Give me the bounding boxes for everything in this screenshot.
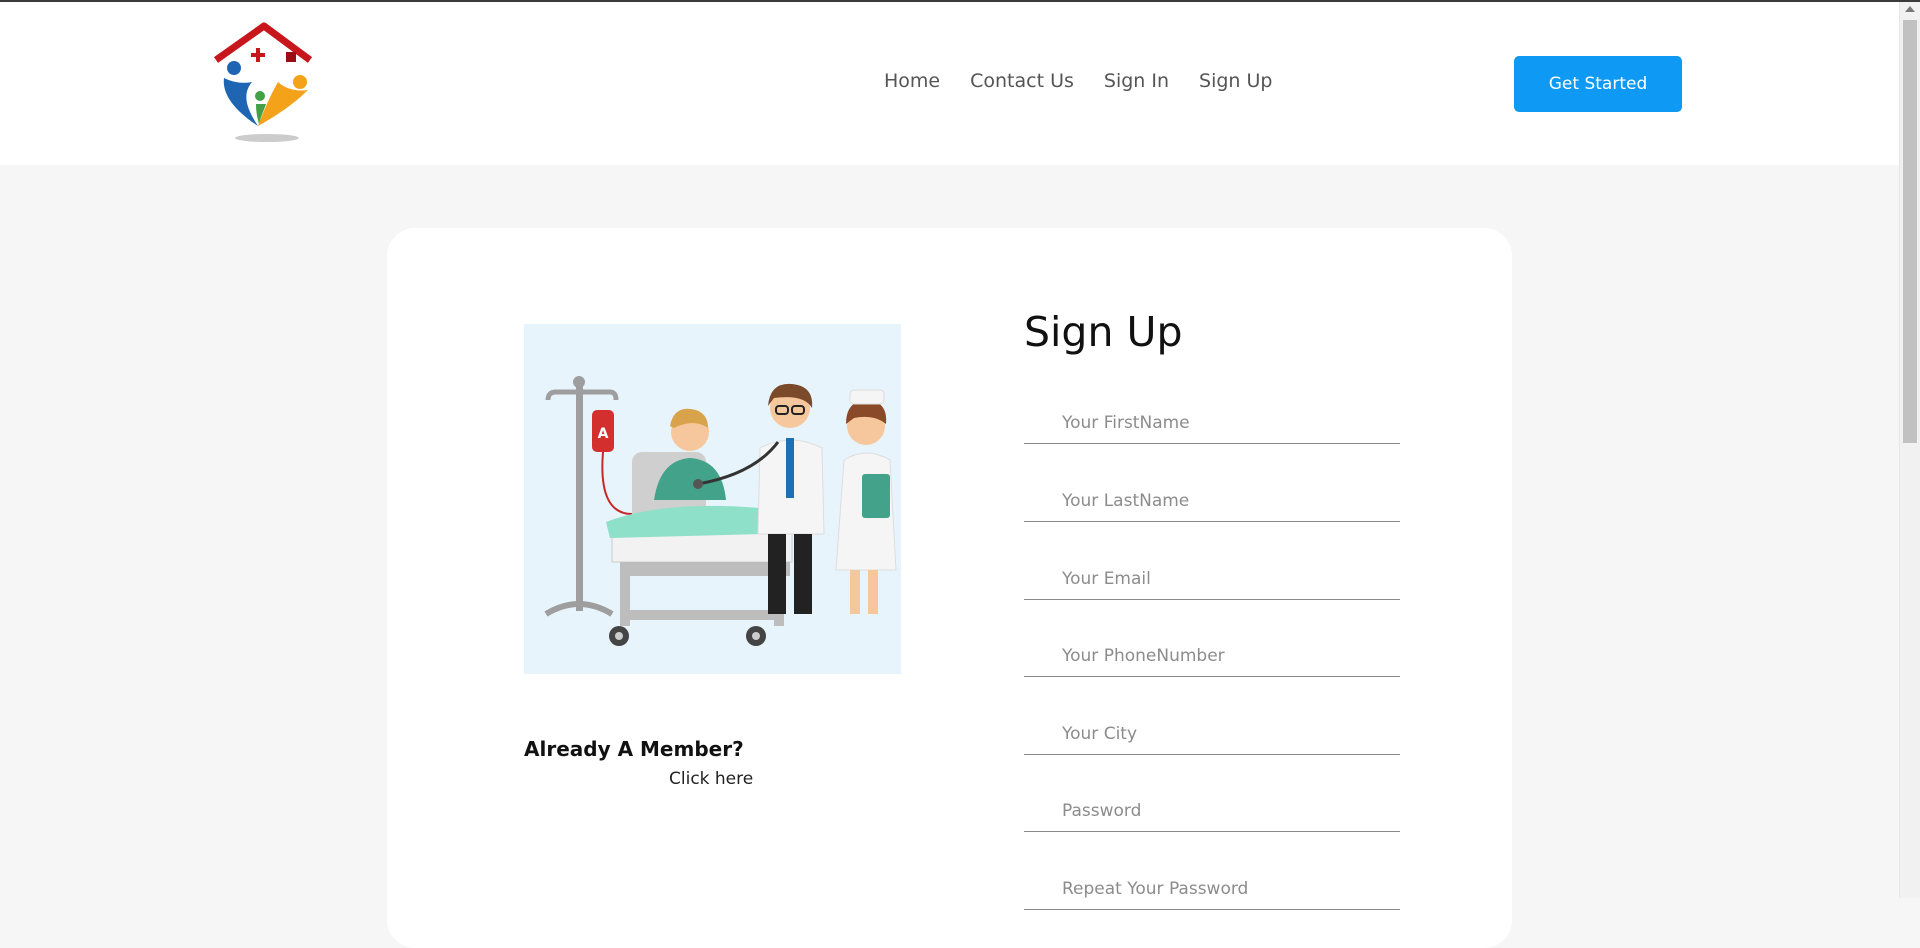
vertical-scrollbar[interactable]	[1899, 2, 1920, 898]
lastname-input[interactable]	[1024, 480, 1400, 522]
city-input[interactable]	[1024, 713, 1400, 755]
site-header: Home Contact Us Sign In Sign Up Get Star…	[0, 2, 1900, 165]
iv-bag-letter: A	[598, 426, 609, 442]
nav-sign-in-link[interactable]: Sign In	[1104, 70, 1169, 92]
home-heart-logo-icon[interactable]	[212, 22, 322, 144]
nav-home-link[interactable]: Home	[884, 70, 940, 92]
email-input[interactable]	[1024, 558, 1400, 600]
already-member-heading: Already A Member?	[524, 737, 744, 761]
phone-number-input[interactable]	[1024, 635, 1400, 677]
nav-contact-us-link[interactable]: Contact Us	[970, 70, 1074, 92]
sign-in-link[interactable]: Click here	[669, 769, 753, 789]
repeat-password-input[interactable]	[1024, 868, 1400, 910]
firstname-input[interactable]	[1024, 402, 1400, 444]
password-input[interactable]	[1024, 790, 1400, 832]
main-nav: Home Contact Us Sign In Sign Up	[884, 70, 1272, 92]
scroll-up-arrow-icon[interactable]	[1905, 6, 1915, 12]
get-started-button[interactable]: Get Started	[1514, 56, 1682, 112]
form-title: Sign Up	[1024, 308, 1183, 356]
hospital-illustration-image: A	[524, 324, 901, 674]
nav-sign-up-link[interactable]: Sign Up	[1199, 70, 1272, 92]
scrollbar-thumb[interactable]	[1903, 20, 1917, 443]
